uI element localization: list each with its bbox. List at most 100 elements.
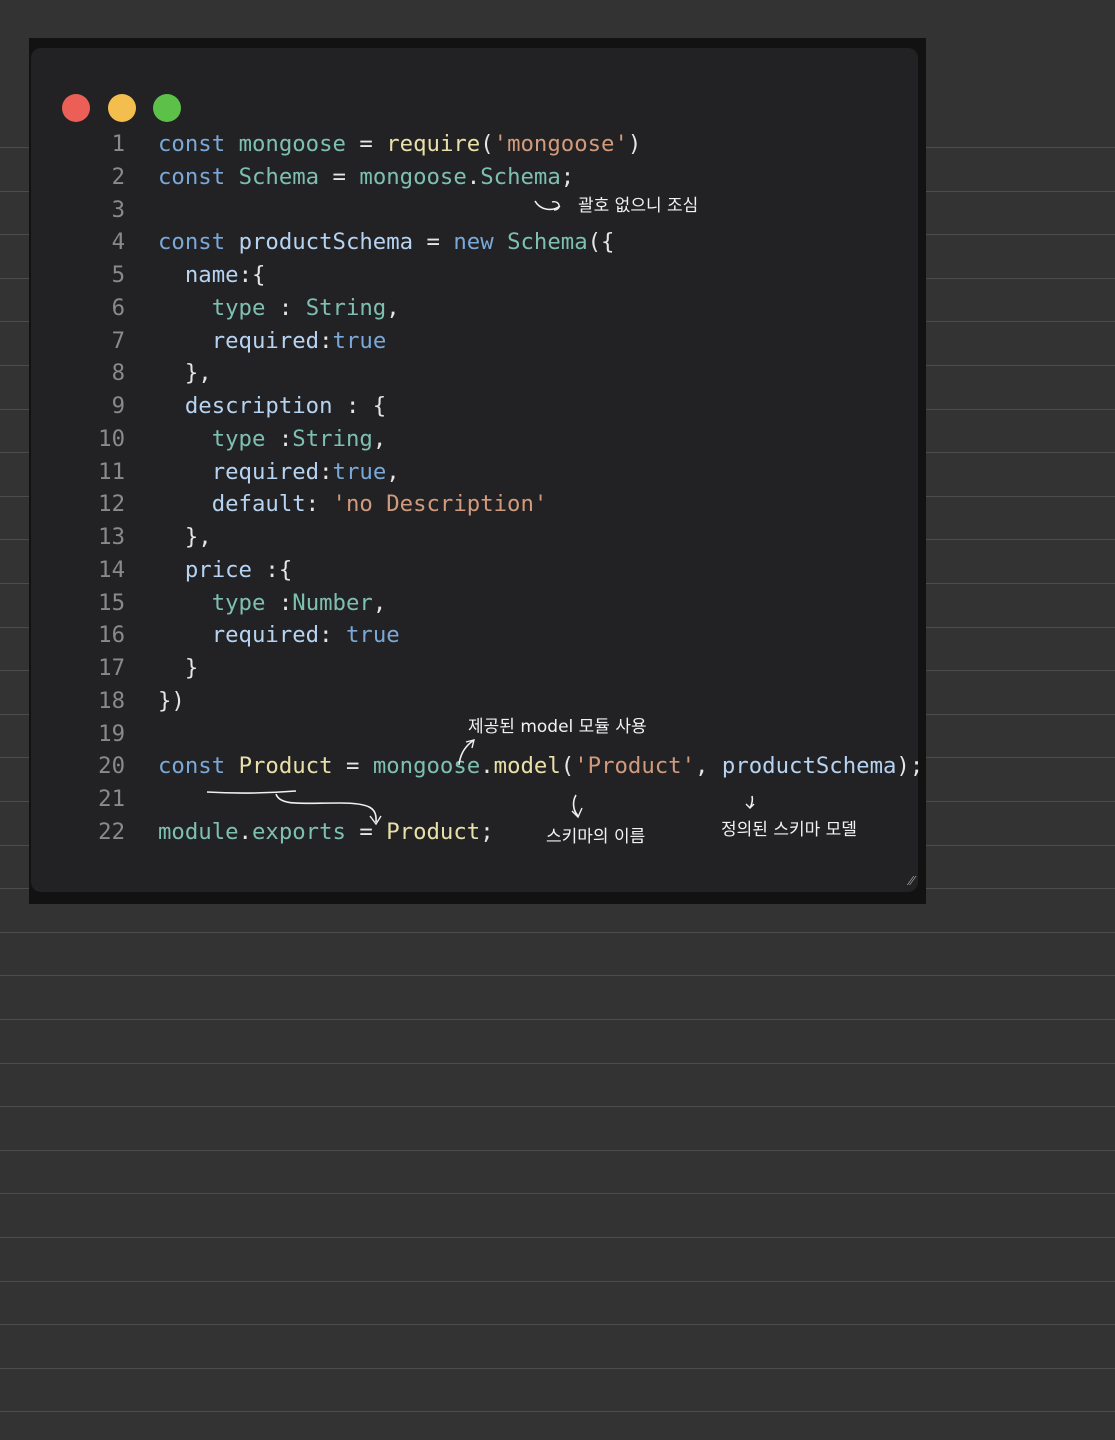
code-token: Schema [238,163,320,190]
code-line[interactable]: 4 const productSchema = new Schema({ [65,226,915,259]
code-line[interactable]: 21 [65,783,915,816]
ruled-line [0,1150,1115,1151]
resize-handle-icon[interactable]: ⁄⁄ [909,874,914,888]
ruled-line [0,1281,1115,1282]
line-number: 22 [98,818,125,845]
code-text: type :Number, [158,587,915,620]
code-token: price [184,556,252,583]
code-line[interactable]: 13 }, [65,521,915,554]
code-text: }, [158,357,915,390]
code-token: ) [627,131,642,157]
code-line[interactable]: 20 const Product = mongoose.model('Produc… [65,750,923,783]
line-number: 19 [98,720,125,747]
code-token: String [305,294,387,321]
code-text: }, [158,521,915,554]
ruled-line [0,932,1115,933]
code-token: required [211,327,320,354]
code-token: = [345,131,387,157]
code-line[interactable]: 7 required:true [65,325,915,358]
code-token: true [345,622,400,649]
code-line[interactable]: 11 required:true, [65,456,915,489]
code-line[interactable]: 3 [65,194,915,227]
code-token: ({ [587,229,615,256]
code-token: Product [238,753,333,780]
code-token: }, [158,524,212,550]
code-token: , [386,458,400,485]
code-token: Schema [507,229,588,256]
line-number: 6 [111,294,125,321]
code-token: : { [332,393,387,419]
code-token: ( [480,131,494,157]
line-number: 18 [98,687,125,714]
code-token: new [453,229,494,256]
code-window: ⁄⁄ 1 const mongoose = require('mongoose')… [29,38,926,904]
ruled-line [0,1193,1115,1194]
code-line[interactable]: 5 name:{ [65,259,915,292]
code-token: : [265,425,293,452]
code-line[interactable]: 17 } [65,652,915,685]
code-line[interactable]: 6 type : String, [65,292,915,325]
code-token: :{ [251,556,293,583]
line-number: 1 [111,131,125,157]
code-text: const mongoose = require('mongoose') [158,128,915,161]
code-token: = [413,229,454,256]
close-button[interactable] [62,94,90,122]
code-token: required [211,458,320,485]
maximize-button[interactable] [153,94,181,122]
code-token: mongoose [372,753,481,780]
code-text: price :{ [158,554,915,587]
code-line[interactable]: 16 required: true [65,619,915,652]
code-token: const [158,163,226,190]
line-number: 14 [98,556,125,583]
ruled-line [0,1368,1115,1369]
line-number: 17 [98,655,125,681]
code-token: default [211,491,306,518]
ruled-line [0,1019,1115,1020]
code-token: = [345,818,387,845]
ruled-line [0,1237,1115,1238]
code-token: , [386,294,400,321]
code-line[interactable]: 9 description : { [65,390,915,423]
annotation-brackets: 괄호 없으니 조심 [578,196,699,216]
code-token: . [480,753,494,780]
code-editor[interactable]: 1 const mongoose = require('mongoose') 2 co… [65,128,923,849]
code-token: } [158,655,199,681]
line-number: 15 [98,589,125,616]
code-line[interactable]: 12 default: 'no Description' [65,488,915,521]
code-text: description : { [158,390,915,423]
annotation-schema-model: 정의된 스키마 모델 [721,820,857,840]
code-token: productSchema [238,229,414,256]
code-text: const Product = mongoose.model('Product'… [158,750,923,783]
code-line[interactable]: 15 type :Number, [65,587,915,620]
code-line[interactable]: 2 const Schema = mongoose.Schema; [65,161,915,194]
code-text: required: true [158,619,915,652]
code-line[interactable]: 14 price :{ [65,554,915,587]
code-line[interactable]: 8 }, [65,357,915,390]
code-token: ); [896,753,924,780]
code-token: name [184,262,239,288]
code-token: : [265,589,293,616]
code-text: required:true [158,325,915,358]
code-line[interactable]: 10 type :String, [65,423,915,456]
code-text: type :String, [158,423,915,456]
code-token: = [332,753,373,780]
line-number: 9 [111,393,125,419]
code-token: mongoose [359,163,467,190]
code-token: mongoose [238,131,346,157]
line-number: 7 [111,327,125,354]
code-token: , [372,425,387,452]
minimize-button[interactable] [108,94,136,122]
line-number: 3 [111,196,125,223]
code-line[interactable]: 1 const mongoose = require('mongoose') [65,128,915,161]
code-token: : [319,622,346,649]
code-token: exports [251,818,346,845]
